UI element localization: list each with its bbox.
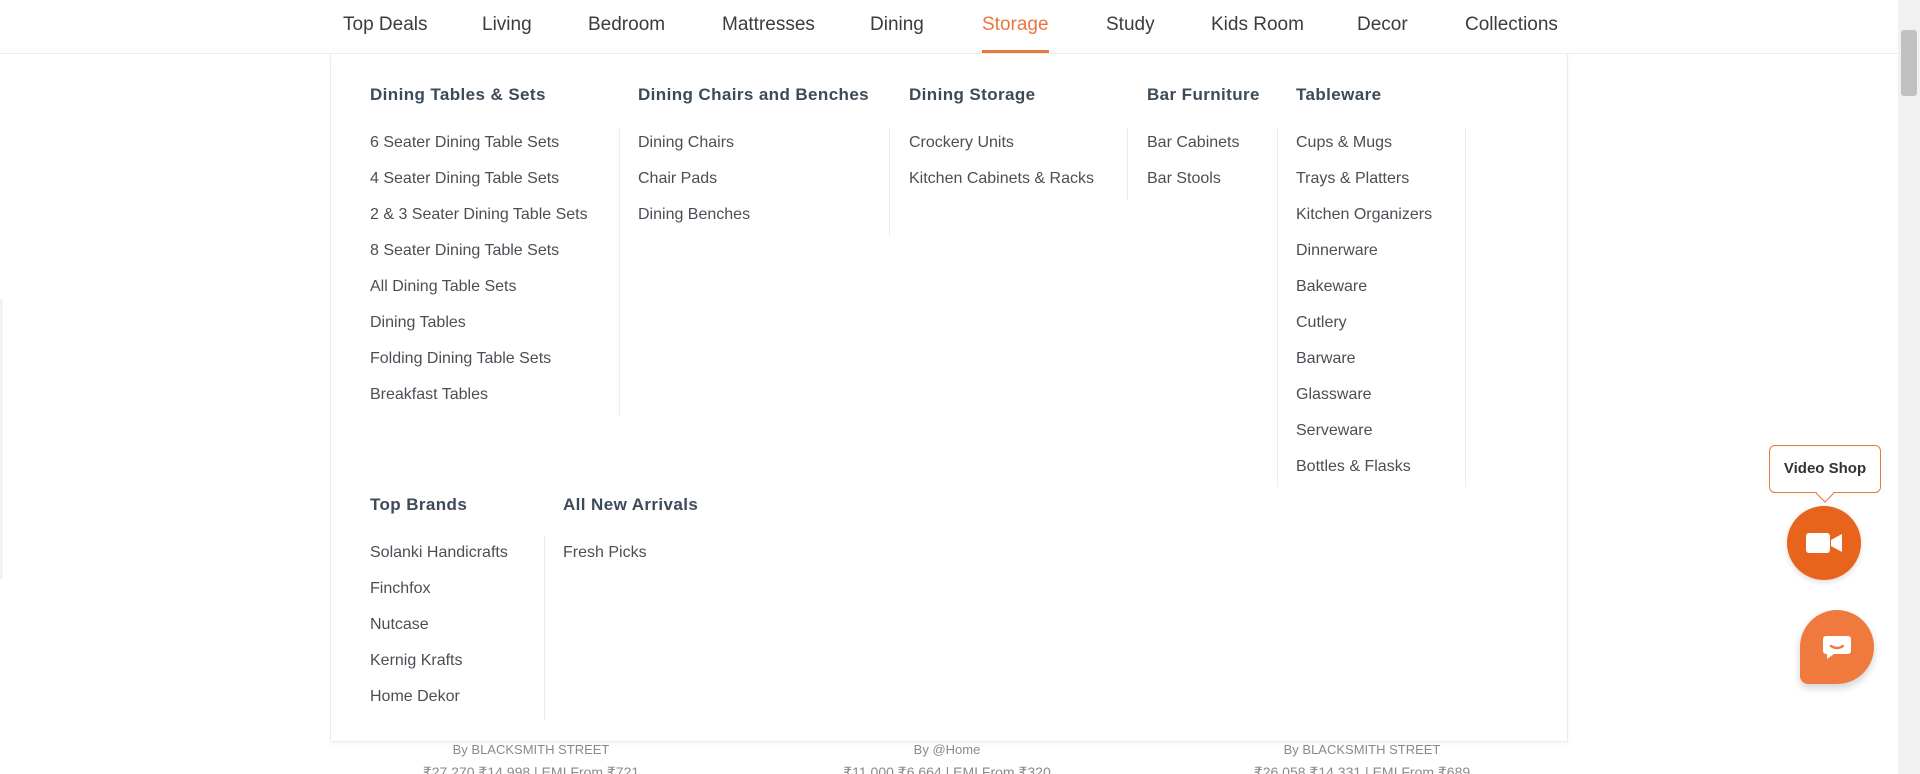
menu-link[interactable]: Trays & Platters <box>1296 161 1432 197</box>
menu-link[interactable]: 6 Seater Dining Table Sets <box>370 125 588 161</box>
nav-dining[interactable]: Dining <box>870 0 924 53</box>
menu-link[interactable]: Bar Stools <box>1147 161 1240 197</box>
nav-storage[interactable]: Storage <box>982 0 1049 53</box>
chat-button[interactable] <box>1800 610 1874 684</box>
menu-column-top-brands: Top Brands Solanki Handicrafts Finchfox … <box>370 495 508 705</box>
menu-column-bar-furniture: Bar Furniture Bar Cabinets Bar Stools <box>1147 85 1260 187</box>
column-title: Dining Tables & Sets <box>370 85 546 104</box>
column-title: Tableware <box>1296 85 1382 104</box>
column-divider <box>1277 127 1278 487</box>
menu-link[interactable]: Breakfast Tables <box>370 377 588 413</box>
menu-link[interactable]: Dining Benches <box>638 197 750 233</box>
menu-link[interactable]: Fresh Picks <box>563 535 647 571</box>
column-title: Dining Storage <box>909 85 1036 104</box>
menu-link[interactable]: Bar Cabinets <box>1147 125 1240 161</box>
column-divider <box>619 127 620 417</box>
column-divider <box>1465 127 1466 487</box>
menu-column-tableware: Tableware Cups & Mugs Trays & Platters K… <box>1296 85 1432 475</box>
menu-link[interactable]: Glassware <box>1296 377 1432 413</box>
menu-link[interactable]: Cutlery <box>1296 305 1432 341</box>
menu-link[interactable]: Dinnerware <box>1296 233 1432 269</box>
nav-kids-room[interactable]: Kids Room <box>1211 0 1304 53</box>
nav-mattresses[interactable]: Mattresses <box>722 0 815 53</box>
column-title: Bar Furniture <box>1147 85 1260 104</box>
column-title: Top Brands <box>370 495 468 514</box>
menu-column-dining-chairs: Dining Chairs and Benches Dining Chairs … <box>638 85 870 223</box>
menu-link[interactable]: 4 Seater Dining Table Sets <box>370 161 588 197</box>
menu-link[interactable]: Kitchen Cabinets & Racks <box>909 161 1094 197</box>
menu-link[interactable]: All Dining Table Sets <box>370 269 588 305</box>
menu-link[interactable]: Dining Chairs <box>638 125 750 161</box>
menu-link[interactable]: Dining Tables <box>370 305 588 341</box>
product-brand: By BLACKSMITH STREET <box>1283 742 1441 757</box>
video-camera-icon <box>1806 533 1842 553</box>
menu-link[interactable]: Crockery Units <box>909 125 1094 161</box>
mega-menu: Dining Tables & Sets 6 Seater Dining Tab… <box>330 54 1568 742</box>
product-price: ₹11,000 ₹6,664 | EMI From ₹320 <box>843 764 1051 774</box>
nav-bedroom[interactable]: Bedroom <box>588 0 665 53</box>
menu-link[interactable]: Cups & Mugs <box>1296 125 1432 161</box>
menu-link[interactable]: Solanki Handicrafts <box>370 535 508 571</box>
background-side-bar <box>0 299 3 579</box>
menu-link[interactable]: Barware <box>1296 341 1432 377</box>
column-divider <box>889 127 890 237</box>
menu-column-dining-storage: Dining Storage Crockery Units Kitchen Ca… <box>909 85 1094 187</box>
nav-living[interactable]: Living <box>482 0 532 53</box>
menu-link[interactable]: Folding Dining Table Sets <box>370 341 588 377</box>
menu-link[interactable]: Kernig Krafts <box>370 643 508 679</box>
product-price: ₹26,058 ₹14,331 | EMI From ₹689 <box>1253 764 1471 774</box>
menu-link[interactable]: Bottles & Flasks <box>1296 449 1432 485</box>
nav-top-deals[interactable]: Top Deals <box>343 0 428 53</box>
nav-decor[interactable]: Decor <box>1357 0 1408 53</box>
product-brand: By BLACKSMITH STREET <box>452 742 610 757</box>
menu-link[interactable]: 8 Seater Dining Table Sets <box>370 233 588 269</box>
menu-column-new-arrivals: All New Arrivals Fresh Picks <box>563 495 699 561</box>
menu-link[interactable]: Serveware <box>1296 413 1432 449</box>
product-brand: By @Home <box>913 742 981 757</box>
video-shop-button[interactable] <box>1787 506 1861 580</box>
column-title: Dining Chairs and Benches <box>638 85 870 104</box>
menu-link[interactable]: Chair Pads <box>638 161 750 197</box>
menu-link[interactable]: Nutcase <box>370 607 508 643</box>
menu-link[interactable]: Bakeware <box>1296 269 1432 305</box>
category-nav: Top Deals Living Bedroom Mattresses Dini… <box>0 0 1898 54</box>
nav-study[interactable]: Study <box>1106 0 1155 53</box>
product-price: ₹27,270 ₹14,998 | EMI From ₹721 <box>422 764 640 774</box>
video-shop-tooltip[interactable]: Video Shop <box>1769 445 1881 493</box>
nav-collections[interactable]: Collections <box>1465 0 1558 53</box>
page-scrollbar[interactable] <box>1898 0 1920 774</box>
scrollbar-thumb[interactable] <box>1901 30 1917 96</box>
column-title: All New Arrivals <box>563 495 699 514</box>
menu-link[interactable]: 2 & 3 Seater Dining Table Sets <box>370 197 588 233</box>
column-divider <box>1127 127 1128 200</box>
chat-icon <box>1823 636 1851 659</box>
menu-column-dining-tables: Dining Tables & Sets 6 Seater Dining Tab… <box>370 85 588 403</box>
menu-link[interactable]: Home Dekor <box>370 679 508 715</box>
menu-link[interactable]: Kitchen Organizers <box>1296 197 1432 233</box>
menu-link[interactable]: Finchfox <box>370 571 508 607</box>
column-divider <box>544 536 545 721</box>
